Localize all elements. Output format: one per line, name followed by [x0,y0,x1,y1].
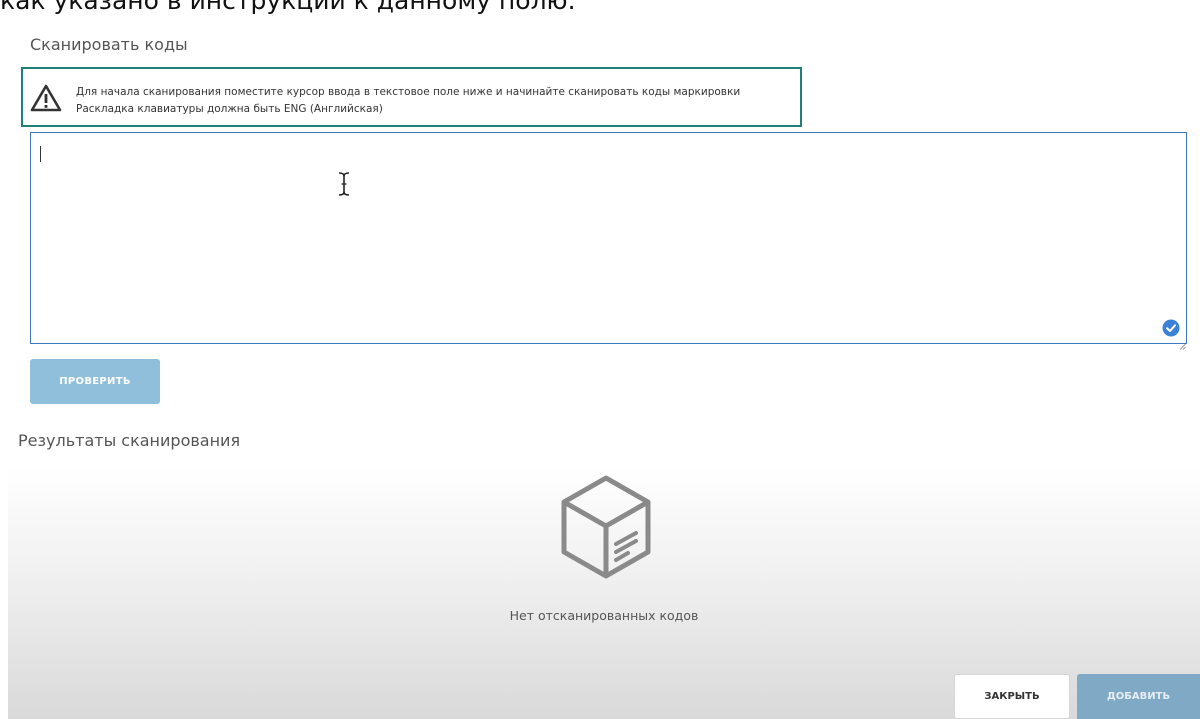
ibeam-cursor-icon [337,171,351,197]
text-caret [40,146,41,162]
alert-line-layout: Раскладка клавиатуры должна быть ENG (Ан… [76,103,383,115]
scan-instructions-alert: Для начала сканирования поместите курсор… [21,67,802,127]
close-button[interactable]: ЗАКРЫТЬ [954,674,1070,719]
verify-button[interactable]: ПРОВЕРИТЬ [30,359,160,404]
empty-box-icon [556,472,656,582]
top-caption: как указано в инструкции к данному полю. [0,0,576,15]
alert-text: Для начала сканирования поместите курсор… [76,84,740,118]
resize-handle-icon[interactable] [1179,335,1186,350]
scan-codes-dialog: Сканировать коды Для начала сканирования… [8,17,1200,719]
scan-section-title: Сканировать коды [30,35,188,54]
warning-icon [30,84,62,112]
add-button[interactable]: ДОБАВИТЬ [1077,674,1200,719]
grammar-check-icon[interactable] [1162,319,1180,337]
empty-results-message: Нет отсканированных кодов [509,608,699,623]
page: как указано в инструкции к данному полю.… [0,0,1200,719]
scan-codes-textarea[interactable] [30,132,1187,350]
results-section-title: Результаты сканирования [18,431,241,450]
alert-line-instructions: Для начала сканирования поместите курсор… [76,86,741,98]
